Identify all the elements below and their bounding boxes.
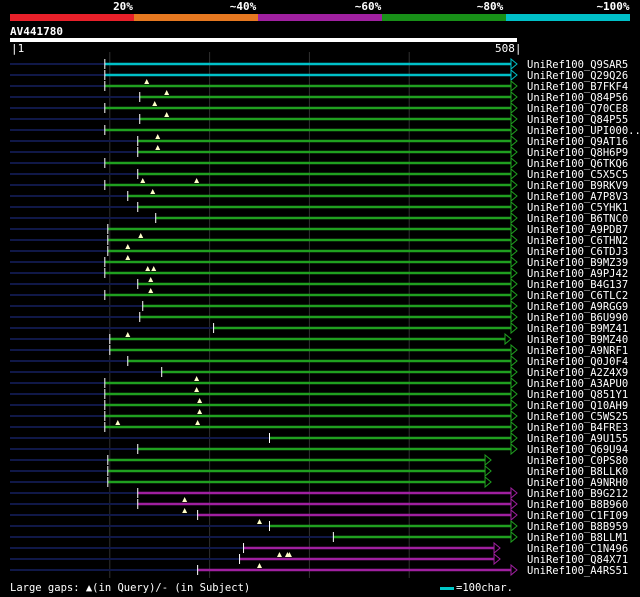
hit-end-arrow [484,453,492,467]
hit-end-arrow [510,365,518,379]
hit-end-arrow [510,508,518,522]
hit-end-arrow [510,310,518,324]
scale-note-text: =100char. [456,582,513,594]
gap-marker [197,409,203,414]
hit-end-arrow [510,134,518,148]
hit-end-arrow [510,123,518,137]
hit-end-arrow [493,541,501,555]
gap-marker [164,112,170,117]
gap-marker [164,90,170,95]
hit-end-arrow [510,497,518,511]
hit-end-arrow [484,464,492,478]
alignment-plot: UniRef100_Q9SAR5UniRef100_Q29Q26UniRef10… [10,52,640,578]
gap-marker [138,233,144,238]
hit-end-arrow [510,222,518,236]
gap-marker [145,266,151,271]
hit-end-arrow [510,178,518,192]
hit-end-arrow [510,376,518,390]
hit-end-arrow [510,442,518,456]
gap-marker [151,266,157,271]
hit-end-arrow [510,431,518,445]
gap-marker [125,255,131,260]
hit-end-arrow [510,145,518,159]
hit-end-arrow [504,332,512,346]
gap-marker [148,288,154,293]
hit-end-arrow [510,57,518,71]
gap-marker [194,387,200,392]
hit-end-arrow [510,68,518,82]
gap-marker [152,101,158,106]
gap-marker [150,189,156,194]
hit-end-arrow [510,354,518,368]
hit-end-arrow [510,321,518,335]
gap-marker [257,563,263,568]
hit-end-arrow [510,90,518,104]
hit-end-arrow [510,299,518,313]
gaps-legend-note: Large gaps: ▲(in Query)/- (in Subject) [10,582,251,594]
hit-end-arrow [510,563,518,577]
gap-marker [155,145,161,150]
hit-end-arrow [510,79,518,93]
hit-end-arrow [510,211,518,225]
gap-marker [125,332,131,337]
hit-end-arrow [510,266,518,280]
gap-marker [115,420,121,425]
gap-marker [144,79,150,84]
hit-end-arrow [510,530,518,544]
gap-marker [182,508,188,513]
hit-end-arrow [510,244,518,258]
gap-marker [140,178,146,183]
hit-end-arrow [510,277,518,291]
hit-end-arrow [510,420,518,434]
gap-marker [148,277,154,282]
hit-end-arrow [510,200,518,214]
hit-end-arrow [510,409,518,423]
hit-end-arrow [510,387,518,401]
gap-marker [276,552,282,557]
hit-end-arrow [510,255,518,269]
hit-end-arrow [510,486,518,500]
gap-marker [125,244,131,249]
hit-label: UniRef100_A4RS51 [527,565,628,577]
hit-end-arrow [493,552,501,566]
hit-end-arrow [510,189,518,203]
hit-end-arrow [510,519,518,533]
hit-end-arrow [510,112,518,126]
hit-end-arrow [510,343,518,357]
hit-end-arrow [510,288,518,302]
hit-end-arrow [510,156,518,170]
gap-marker [194,178,200,183]
gap-marker [194,376,200,381]
gap-marker [257,519,263,524]
gap-marker [182,497,188,502]
hit-end-arrow [510,233,518,247]
scale-note: =100char. [440,582,513,594]
scale-swatch [440,586,454,590]
gap-marker [197,398,203,403]
hit-end-arrow [510,167,518,181]
hit-end-arrow [484,475,492,489]
hit-end-arrow [510,398,518,412]
gap-marker [195,420,201,425]
hit-end-arrow [510,101,518,115]
gap-marker [155,134,161,139]
